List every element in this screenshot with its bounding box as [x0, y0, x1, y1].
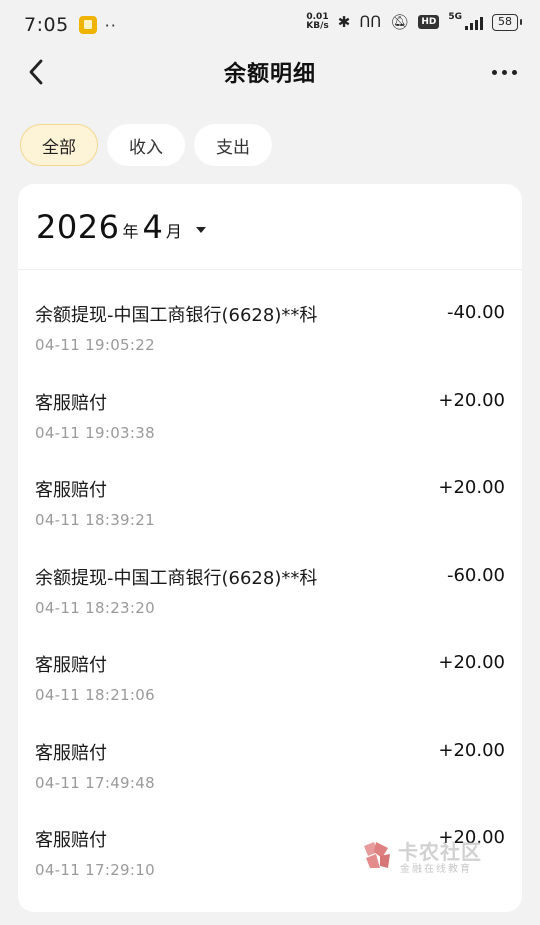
transaction-amount: +20.00 [438, 389, 505, 411]
transaction-row[interactable]: 客服赔付 04-11 19:03:38 +20.00 [18, 372, 522, 460]
transaction-title: 客服赔付 [35, 830, 107, 851]
more-notifications-indicator: ·· [104, 15, 117, 35]
transaction-amount: +20.00 [438, 652, 505, 673]
transaction-title: 余额提现-中国工商银行(6628)**科 [35, 567, 318, 589]
transaction-list: 余额提现-中国工商银行(6628)**科 04-11 19:05:22 -40.… [18, 270, 522, 897]
month-selector[interactable]: 2026 年 4 月 [18, 184, 522, 270]
tab-expense[interactable]: 支出 [194, 124, 272, 166]
transaction-amount: -40.00 [446, 302, 505, 323]
transaction-time: 04-11 17:49:48 [35, 773, 155, 792]
status-time: 7:05 [24, 14, 69, 36]
transaction-row[interactable]: 客服赔付 04-11 18:21:06 +20.00 [18, 634, 522, 722]
page-title: 余额明细 [223, 62, 316, 87]
selected-year: 2026 [36, 207, 120, 246]
transaction-title: 客服赔付 [35, 655, 107, 676]
transaction-title: 客服赔付 [35, 392, 107, 414]
battery-icon: 58 [492, 13, 522, 31]
transaction-amount: +20.00 [438, 477, 505, 498]
transactions-card: 2026 年 4 月 余额提现-中国工商银行(6628)**科 04-11 19… [18, 184, 522, 912]
hd-voice-icon: HD [418, 15, 440, 29]
transaction-title: 客服赔付 [35, 742, 107, 764]
dropdown-caret-icon [195, 226, 206, 233]
transaction-time: 04-11 18:39:21 [35, 511, 155, 529]
notification-app-icon [78, 16, 97, 34]
back-icon[interactable] [26, 58, 50, 86]
transaction-title: 客服赔付 [35, 480, 107, 501]
more-options-icon[interactable] [492, 62, 520, 82]
month-unit: 月 [165, 221, 182, 241]
status-bar: 7:05 ·· 0.01 KB/s ✱ ᑎᑎ 🔕︎ HD 5G 58 [0, 0, 540, 50]
year-unit: 年 [122, 221, 139, 241]
transaction-row[interactable]: 余额提现-中国工商银行(6628)**科 04-11 18:23:20 -60.… [18, 547, 522, 635]
transaction-time: 04-11 18:21:06 [35, 686, 155, 704]
transaction-amount: -60.00 [446, 564, 505, 586]
transaction-time: 04-11 17:29:10 [35, 861, 155, 879]
status-icons: 0.01 KB/s ✱ ᑎᑎ 🔕︎ HD 5G 58 [306, 12, 522, 31]
watermark-slogan: 金融在线教育 [400, 864, 472, 875]
transaction-time: 04-11 19:05:22 [35, 336, 155, 354]
filter-tabs: 全部 收入 支出 [0, 124, 540, 166]
tab-income[interactable]: 收入 [107, 124, 185, 166]
signal-icon [465, 15, 483, 30]
network-speed: 0.01 KB/s [306, 13, 328, 31]
earbuds-icon: ᑎᑎ [359, 13, 382, 31]
network-speed-unit: KB/s [306, 21, 329, 31]
transaction-time: 04-11 18:23:20 [35, 598, 155, 617]
transaction-title: 余额提现-中国工商银行(6628)**科 [35, 305, 318, 326]
transaction-row[interactable]: 客服赔付 04-11 17:49:48 +20.00 [18, 722, 522, 810]
watermark: 卡农社区 金融在线教育 [360, 836, 490, 876]
network-type: 5G [448, 12, 462, 22]
bluetooth-icon: ✱ [337, 13, 351, 31]
watermark-logo-icon [364, 842, 390, 868]
selected-month: 4 [142, 207, 163, 246]
transaction-row[interactable]: 客服赔付 04-11 18:39:21 +20.00 [18, 459, 522, 547]
mute-icon: 🔕︎ [390, 13, 410, 31]
tab-all[interactable]: 全部 [20, 124, 98, 166]
transaction-row[interactable]: 余额提现-中国工商银行(6628)**科 04-11 19:05:22 -40.… [18, 284, 522, 372]
transaction-time: 04-11 19:03:38 [35, 423, 155, 442]
transaction-amount: +20.00 [438, 739, 505, 761]
app-header: 余额明细 [0, 50, 540, 94]
